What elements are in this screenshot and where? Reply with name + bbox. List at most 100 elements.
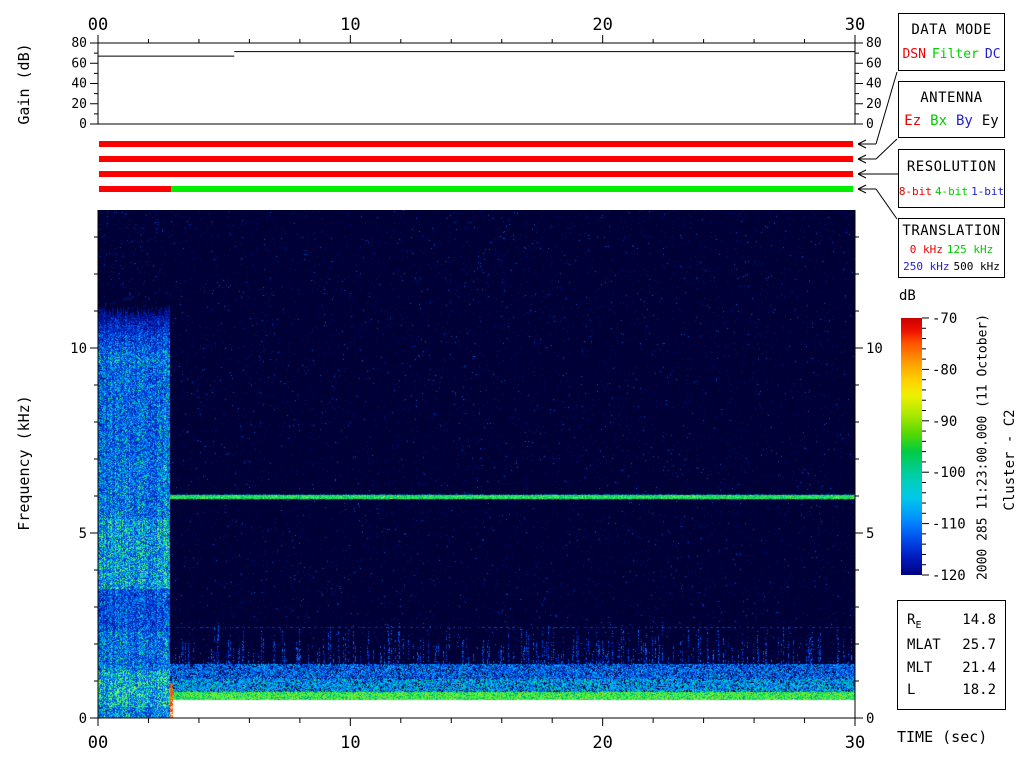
bar-arrow-head bbox=[858, 170, 866, 174]
status-bar-segment bbox=[99, 156, 853, 162]
legend-box-title: TRANSLATION bbox=[902, 223, 1000, 239]
gain-tick-label-left: 80 bbox=[71, 36, 87, 51]
status-bar-segment bbox=[99, 186, 171, 192]
wbd-spectrogram-display: 0000101020203030002020404060608080005510… bbox=[0, 0, 1024, 768]
info-row-l: L 18.2 bbox=[907, 682, 996, 698]
legend-box-translation: TRANSLATION 0 kHz 125 kHz 250 kHz 500 kHz bbox=[898, 218, 1005, 278]
legend-box-title: RESOLUTION bbox=[907, 159, 996, 175]
legend-item-dc: DC bbox=[985, 47, 1001, 62]
bar-arrow-head bbox=[858, 185, 866, 189]
colorbar bbox=[901, 318, 922, 575]
ephemeris-info-box: RE 14.8 MLAT 25.7 MLT 21.4 L 18.2 bbox=[897, 600, 1006, 710]
gain-plot-frame bbox=[98, 43, 855, 124]
legend-item-0-khz: 0 kHz bbox=[910, 243, 943, 256]
spectrogram-canvas bbox=[98, 210, 855, 718]
info-label: MLT bbox=[907, 660, 932, 676]
colorbar-tick-label: -80 bbox=[932, 362, 957, 378]
info-value: 14.8 bbox=[962, 612, 996, 631]
legend-box-row: 250 kHz 500 kHz bbox=[903, 260, 1000, 273]
info-label: L bbox=[907, 682, 915, 698]
arrow-connector bbox=[876, 189, 897, 219]
freq-tick-label-right: 0 bbox=[866, 711, 874, 727]
arrow-connector bbox=[876, 72, 897, 144]
colorbar-tick-label: -120 bbox=[932, 568, 966, 584]
legend-box-row: 0 kHz 125 kHz bbox=[910, 243, 993, 256]
legend-box-title: DATA MODE bbox=[911, 22, 991, 38]
gain-tick-label-right: 40 bbox=[866, 77, 882, 92]
legend-item-by: By bbox=[956, 113, 973, 129]
status-bar-segment bbox=[99, 141, 853, 147]
bar-arrow-head bbox=[858, 140, 866, 144]
bar-arrow-head bbox=[858, 159, 866, 163]
legend-item-250-khz: 250 kHz bbox=[903, 260, 949, 273]
freq-tick-label-left: 5 bbox=[79, 526, 87, 542]
gain-tick-label-right: 0 bbox=[866, 117, 874, 132]
info-value: 25.7 bbox=[962, 637, 996, 653]
legend-item-4-bit: 4-bit bbox=[935, 185, 968, 198]
time-tick-label-top: 00 bbox=[88, 15, 108, 35]
time-tick-label-bottom: 30 bbox=[845, 733, 865, 753]
spacecraft-text: Cluster - C2 bbox=[1002, 409, 1018, 510]
gain-tick-label-right: 80 bbox=[866, 36, 882, 51]
legend-box-resolution: RESOLUTION 8-bit4-bit1-bit bbox=[898, 149, 1005, 208]
colorbar-unit-label: dB bbox=[899, 288, 916, 304]
legend-item-ey: Ey bbox=[982, 113, 999, 129]
legend-item-1-bit: 1-bit bbox=[971, 185, 1004, 198]
info-label-sub: E bbox=[915, 619, 921, 630]
info-label: RE bbox=[907, 612, 921, 631]
gain-tick-label-right: 60 bbox=[866, 56, 882, 71]
colorbar-tick-label: -100 bbox=[932, 465, 966, 481]
info-label: MLAT bbox=[907, 637, 941, 653]
time-tick-label-bottom: 20 bbox=[592, 733, 612, 753]
colorbar-tick-label: -70 bbox=[932, 311, 957, 327]
frequency-axis-label: Frequency (kHz) bbox=[15, 395, 33, 530]
freq-tick-label-right: 5 bbox=[866, 526, 874, 542]
gain-axis-label: Gain (dB) bbox=[15, 43, 33, 124]
legend-item-500-khz: 500 kHz bbox=[954, 260, 1000, 273]
time-tick-label-bottom: 00 bbox=[88, 733, 108, 753]
info-value: 21.4 bbox=[962, 660, 996, 676]
status-bar-antenna bbox=[99, 156, 853, 162]
info-value: 18.2 bbox=[962, 682, 996, 698]
legend-box-row: 8-bit4-bit1-bit bbox=[899, 185, 1004, 198]
gain-tick-label-left: 40 bbox=[71, 77, 87, 92]
gain-tick-label-left: 20 bbox=[71, 97, 87, 112]
bar-arrow-head bbox=[858, 174, 866, 178]
colorbar-tick-label: -110 bbox=[932, 517, 966, 533]
info-row-mlat: MLAT 25.7 bbox=[907, 637, 996, 653]
time-axis-label: TIME (sec) bbox=[897, 728, 987, 746]
status-bar-resolution bbox=[99, 171, 853, 177]
time-tick-label-top: 10 bbox=[340, 15, 360, 35]
status-bar-segment bbox=[99, 171, 853, 177]
bar-arrow-head bbox=[858, 189, 866, 193]
time-tick-label-bottom: 10 bbox=[340, 733, 360, 753]
legend-box-data-mode: DATA MODE DSN Filter DC bbox=[898, 13, 1005, 71]
bar-arrow-head bbox=[858, 144, 866, 148]
freq-tick-label-left: 10 bbox=[70, 341, 87, 357]
time-tick-label-top: 30 bbox=[845, 15, 865, 35]
gain-tick-label-left: 0 bbox=[79, 117, 87, 132]
status-bar-translation bbox=[99, 186, 853, 192]
legend-box-row: DSN Filter DC bbox=[902, 47, 1000, 62]
legend-box-antenna: ANTENNA Ez Bx By Ey bbox=[898, 81, 1005, 138]
info-row-mlt: MLT 21.4 bbox=[907, 660, 996, 676]
legend-box-title: ANTENNA bbox=[920, 90, 983, 106]
timestamp-text: 2000 285 11:23:00.000 (11 October) bbox=[976, 314, 991, 580]
freq-tick-label-right: 10 bbox=[866, 341, 883, 357]
gain-tick-label-right: 20 bbox=[866, 97, 882, 112]
gain-tick-label-left: 60 bbox=[71, 56, 87, 71]
legend-item-dsn: DSN bbox=[902, 47, 925, 62]
arrow-connector bbox=[876, 139, 897, 159]
legend-item-filter: Filter bbox=[932, 47, 979, 62]
bar-arrow-head bbox=[858, 155, 866, 159]
status-bar-segment bbox=[171, 186, 853, 192]
legend-item-125-khz: 125 kHz bbox=[947, 243, 993, 256]
legend-item-ez: Ez bbox=[904, 113, 921, 129]
colorbar-tick-label: -90 bbox=[932, 414, 957, 430]
info-row-re: RE 14.8 bbox=[907, 612, 996, 631]
legend-item-bx: Bx bbox=[930, 113, 947, 129]
legend-item-8-bit: 8-bit bbox=[899, 185, 932, 198]
freq-tick-label-left: 0 bbox=[79, 711, 87, 727]
time-tick-label-top: 20 bbox=[592, 15, 612, 35]
legend-box-row: Ez Bx By Ey bbox=[904, 113, 998, 129]
